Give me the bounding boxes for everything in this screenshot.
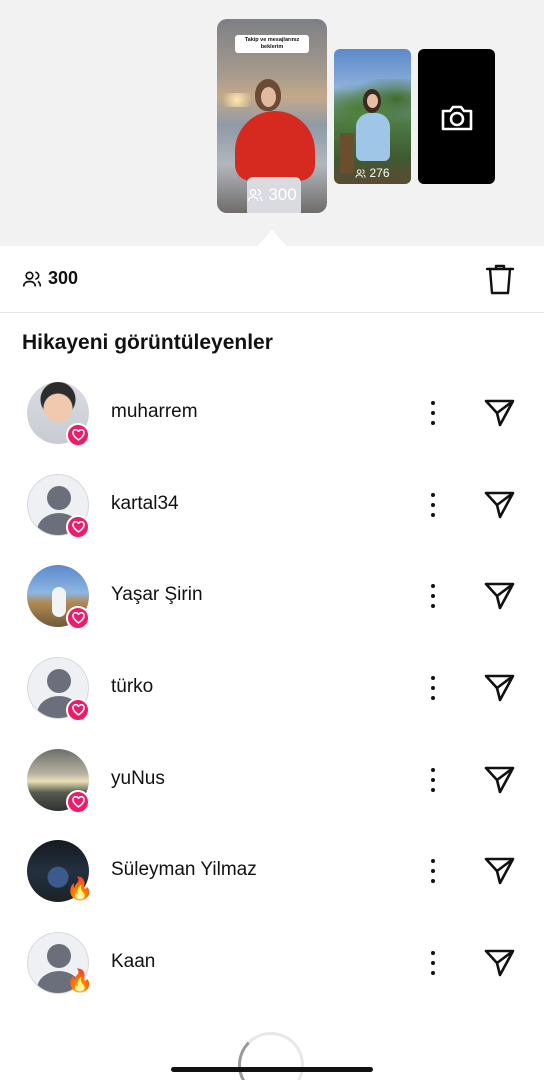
viewer-name[interactable]: Yaşar Şirin (111, 584, 203, 606)
viewer-count[interactable]: 300 (22, 268, 78, 289)
viewer-count-label: 300 (48, 268, 79, 288)
loading-spinner (238, 1032, 304, 1080)
second-story-view-count: 276 (369, 166, 390, 180)
home-indicator[interactable] (171, 1067, 373, 1072)
heart-icon (71, 796, 85, 808)
heart-reaction-badge (66, 515, 90, 539)
more-options-icon[interactable] (421, 674, 445, 702)
more-options-icon[interactable] (421, 857, 445, 885)
section-title: Hikayeni görüntüleyenler (22, 331, 273, 354)
send-icon[interactable] (483, 673, 516, 703)
story-person-face (261, 87, 276, 107)
more-options-icon[interactable] (421, 491, 445, 519)
trash-icon[interactable] (485, 263, 515, 295)
sunset-glow (217, 93, 257, 107)
people-icon (247, 189, 263, 202)
viewer-name[interactable]: Kaan (111, 951, 155, 973)
people-icon (22, 271, 42, 287)
heart-icon (71, 429, 85, 441)
story-stats-bar: 300 (0, 246, 544, 313)
viewer-name[interactable]: türko (111, 676, 153, 698)
viewer-name[interactable]: Süleyman Yilmaz (111, 859, 257, 881)
viewer-name[interactable]: yuNus (111, 768, 165, 790)
viewer-name[interactable]: muharrem (111, 401, 198, 423)
second-story-thumbnail[interactable]: 276 (334, 49, 411, 184)
viewer-row[interactable]: türko (0, 657, 544, 737)
more-options-icon[interactable] (421, 582, 445, 610)
heart-icon (71, 521, 85, 533)
second-story-views: 276 (334, 166, 411, 180)
viewer-row[interactable]: muharrem (0, 382, 544, 462)
more-options-icon[interactable] (421, 949, 445, 977)
story2-person-face (367, 94, 378, 108)
story-tray: Takip ve mesajlarınız beklerim 300 276 (0, 0, 544, 246)
viewer-row[interactable]: Yaşar Şirin (0, 565, 544, 645)
heart-reaction-badge (66, 698, 90, 722)
selected-story-pointer (257, 230, 287, 246)
story2-person-body (356, 113, 390, 161)
people-icon (355, 168, 367, 178)
fire-reaction-icon: 🔥 (66, 968, 94, 993)
more-options-icon[interactable] (421, 399, 445, 427)
add-story-camera-button[interactable] (418, 49, 495, 184)
send-icon[interactable] (483, 856, 516, 886)
current-story-view-count: 300 (268, 185, 297, 204)
current-story-thumbnail[interactable]: Takip ve mesajlarınız beklerim 300 (217, 19, 327, 213)
current-story-views: 300 (217, 185, 327, 205)
send-icon[interactable] (483, 398, 516, 428)
camera-icon (441, 105, 472, 130)
viewer-row[interactable]: kartal34 (0, 474, 544, 554)
viewer-row[interactable]: 🔥 Süleyman Yilmaz (0, 840, 544, 920)
viewer-name[interactable]: kartal34 (111, 493, 179, 515)
send-icon[interactable] (483, 490, 516, 520)
viewer-row[interactable]: yuNus (0, 749, 544, 829)
story-text-sticker: Takip ve mesajlarınız beklerim (235, 35, 309, 53)
heart-icon (71, 612, 85, 624)
heart-reaction-badge (66, 790, 90, 814)
heart-reaction-badge (66, 606, 90, 630)
send-icon[interactable] (483, 581, 516, 611)
viewer-row[interactable]: 🔥 Kaan (0, 932, 544, 1012)
send-icon[interactable] (483, 765, 516, 795)
heart-reaction-badge (66, 423, 90, 447)
send-icon[interactable] (483, 948, 516, 978)
more-options-icon[interactable] (421, 766, 445, 794)
story-person-body (235, 111, 315, 181)
heart-icon (71, 704, 85, 716)
fire-reaction-icon: 🔥 (66, 876, 94, 901)
